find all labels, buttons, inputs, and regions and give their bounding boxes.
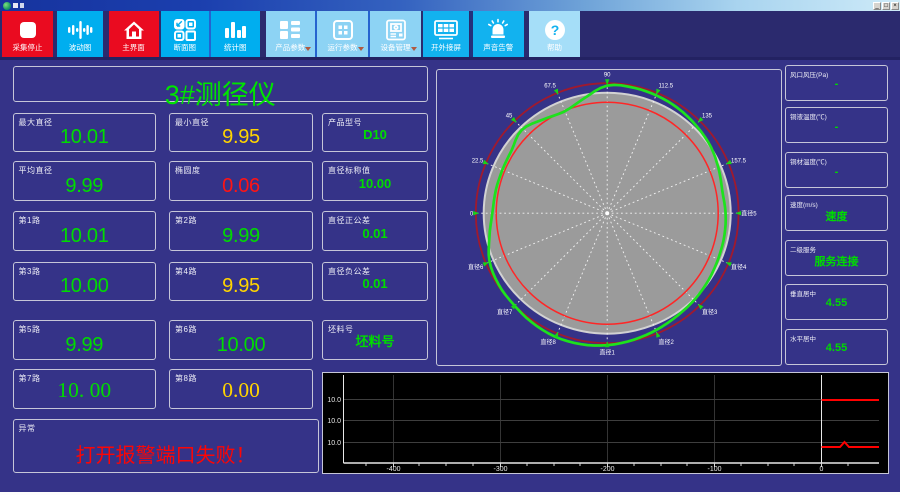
svg-text:10.0: 10.0	[327, 418, 341, 425]
svg-text:45: 45	[506, 113, 513, 119]
svg-text:-200: -200	[600, 466, 614, 472]
svg-text:直径1: 直径1	[600, 349, 616, 357]
svg-text:直径7: 直径7	[497, 308, 513, 316]
svg-text:直径8: 直径8	[541, 338, 557, 346]
svg-text:0: 0	[819, 466, 823, 472]
svg-text:直径4: 直径4	[731, 263, 747, 271]
svg-text:直径2: 直径2	[659, 338, 675, 346]
svg-text:90: 90	[604, 73, 611, 79]
svg-text:直径5: 直径5	[741, 210, 757, 218]
svg-text:直径6: 直径6	[468, 263, 484, 271]
svg-text:-100: -100	[707, 466, 721, 472]
svg-text:157.5: 157.5	[731, 159, 747, 165]
svg-text:-400: -400	[386, 466, 400, 472]
svg-text:-300: -300	[493, 466, 507, 472]
svg-text:10.0: 10.0	[327, 440, 341, 447]
svg-text:22.5: 22.5	[472, 159, 484, 165]
svg-text:135: 135	[702, 113, 713, 119]
svg-text:112.5: 112.5	[659, 83, 674, 89]
svg-text:?: ?	[550, 22, 559, 38]
svg-text:直径3: 直径3	[702, 308, 718, 316]
svg-text:67.5: 67.5	[544, 83, 556, 89]
svg-text:10.0: 10.0	[327, 397, 341, 404]
